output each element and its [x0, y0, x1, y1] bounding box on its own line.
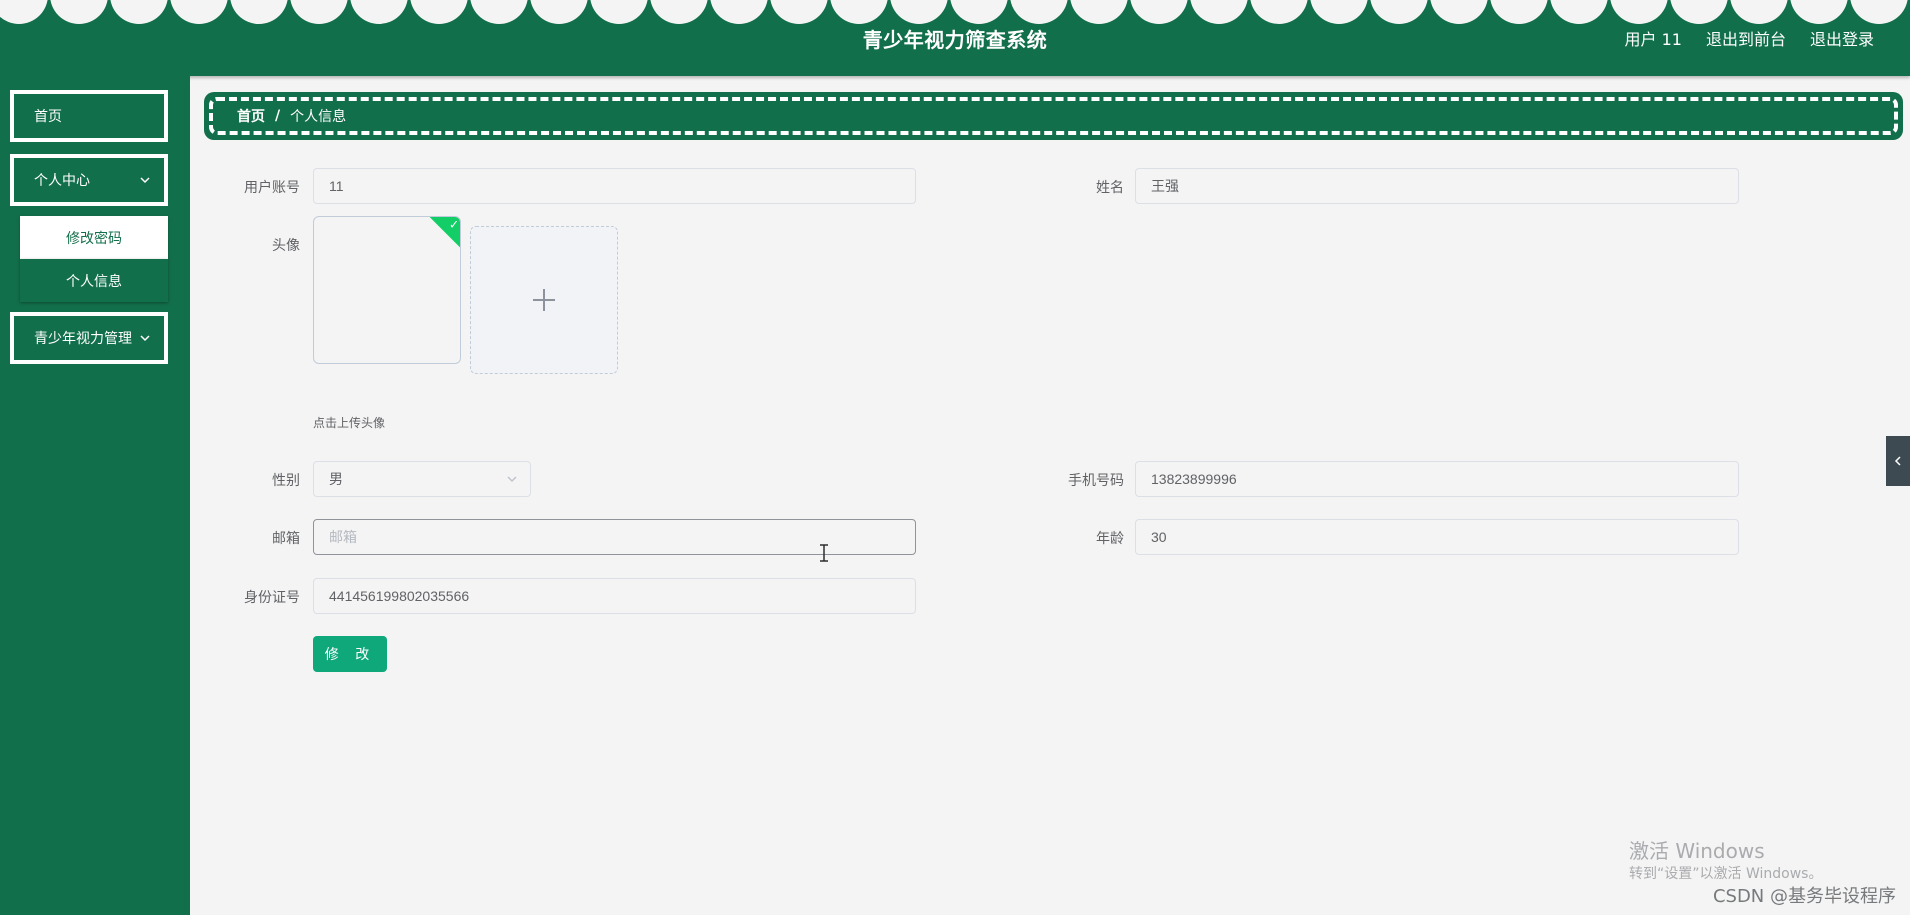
chevron-down-icon: [140, 177, 150, 184]
header-scallop: [1190, 0, 1248, 24]
chevron-left-icon: [1894, 456, 1901, 466]
side-panel-toggle[interactable]: [1886, 436, 1910, 486]
gender-select[interactable]: 男: [313, 461, 531, 497]
header-scallop: [890, 0, 948, 24]
exit-to-front-link[interactable]: 退出到前台: [1706, 26, 1786, 50]
header-scallop: [170, 0, 228, 24]
account-label: 用户账号: [244, 180, 300, 196]
header-scallop: [590, 0, 648, 24]
header-scallop: [1370, 0, 1428, 24]
avatar-thumbnail[interactable]: ✓: [313, 216, 461, 364]
header-scallop: [290, 0, 348, 24]
age-field[interactable]: [1135, 519, 1739, 555]
header-scallop: [1010, 0, 1068, 24]
avatar-label: 头像: [272, 238, 300, 254]
header-scallop: [1490, 0, 1548, 24]
account-field[interactable]: [313, 168, 916, 204]
header-scallop: [1790, 0, 1848, 24]
header-scallop: [710, 0, 768, 24]
top-header: 青少年视力筛查系统 用户 11 退出到前台 退出登录: [0, 0, 1910, 76]
avatar-upload-button[interactable]: [470, 226, 618, 374]
header-scallop: [50, 0, 108, 24]
breadcrumb-inner: 首页 / 个人信息: [209, 97, 1898, 135]
header-scallop: [1550, 0, 1608, 24]
header-scallop: [1430, 0, 1488, 24]
header-scallop: [530, 0, 588, 24]
sidebar-item-home[interactable]: 首页: [10, 90, 168, 142]
name-label: 姓名: [1096, 180, 1124, 196]
phone-field[interactable]: [1135, 461, 1739, 497]
name-field[interactable]: [1135, 168, 1739, 204]
idcard-label: 身份证号: [244, 590, 300, 606]
idcard-field[interactable]: [313, 578, 916, 614]
sidebar: 首页 个人中心 修改密码 个人信息 青少年视力管理: [0, 76, 190, 915]
sidebar-item-label: 青少年视力管理: [34, 331, 132, 347]
sidebar-subitem-change-password[interactable]: 修改密码: [20, 216, 168, 259]
update-button[interactable]: 修 改: [313, 636, 387, 672]
sidebar-item-label: 个人中心: [34, 173, 90, 189]
breadcrumb: 首页 / 个人信息: [204, 92, 1903, 140]
csdn-watermark: CSDN @基务毕设程序: [1712, 886, 1896, 907]
text-cursor-icon: [820, 544, 828, 562]
phone-label: 手机号码: [1068, 473, 1124, 489]
sidebar-subitem-label: 修改密码: [66, 230, 122, 247]
header-scallop: [470, 0, 528, 24]
breadcrumb-separator: /: [275, 108, 281, 124]
logout-link[interactable]: 退出登录: [1810, 26, 1874, 50]
upload-success-badge: ✓: [428, 217, 460, 249]
header-scallop: [410, 0, 468, 24]
avatar-upload-hint: 点击上传头像: [313, 416, 386, 430]
email-label: 邮箱: [272, 531, 300, 547]
windows-activation-watermark: 激活 Windows 转到“设置”以激活 Windows。: [1629, 838, 1822, 884]
check-icon: ✓: [448, 217, 460, 232]
header-scallop: [1130, 0, 1188, 24]
header-scallop: [1850, 0, 1908, 24]
header-scallop: [770, 0, 828, 24]
sidebar-subitem-label: 个人信息: [66, 273, 122, 290]
header-scallop: [230, 0, 288, 24]
header-scallop: [1670, 0, 1728, 24]
chevron-down-icon: [140, 335, 150, 342]
header-scallop: [350, 0, 408, 24]
sidebar-item-label: 首页: [34, 109, 62, 125]
sidebar-item-vision-management[interactable]: 青少年视力管理: [10, 312, 168, 364]
app-title: 青少年视力筛查系统: [862, 28, 1048, 52]
header-scallop: [110, 0, 168, 24]
gender-label: 性别: [272, 473, 300, 489]
breadcrumb-current: 个人信息: [290, 109, 347, 125]
watermark-subtitle: 转到“设置”以激活 Windows。: [1629, 866, 1823, 882]
header-scallop: [0, 0, 48, 24]
header-scallop: [1070, 0, 1128, 24]
plus-icon: [533, 289, 555, 311]
header-scallop: [1730, 0, 1788, 24]
header-actions: 用户 11 退出到前台 退出登录: [1625, 26, 1874, 50]
header-scallop: [1610, 0, 1668, 24]
gender-selected-value: 男: [329, 471, 343, 487]
sidebar-item-personal-center[interactable]: 个人中心: [10, 154, 168, 206]
header-scallop-decoration: [0, 0, 1910, 26]
header-scallop: [830, 0, 888, 24]
header-scallop: [950, 0, 1008, 24]
header-scallop: [1310, 0, 1368, 24]
watermark-title: 激活 Windows: [1629, 839, 1765, 863]
chevron-down-icon: [507, 476, 517, 483]
breadcrumb-home-link[interactable]: 首页: [237, 106, 265, 126]
header-scallop: [1250, 0, 1308, 24]
current-user-link[interactable]: 用户 11: [1625, 26, 1682, 50]
sidebar-subitem-personal-info[interactable]: 个人信息: [20, 259, 168, 302]
header-scallop: [650, 0, 708, 24]
age-label: 年龄: [1096, 531, 1124, 547]
